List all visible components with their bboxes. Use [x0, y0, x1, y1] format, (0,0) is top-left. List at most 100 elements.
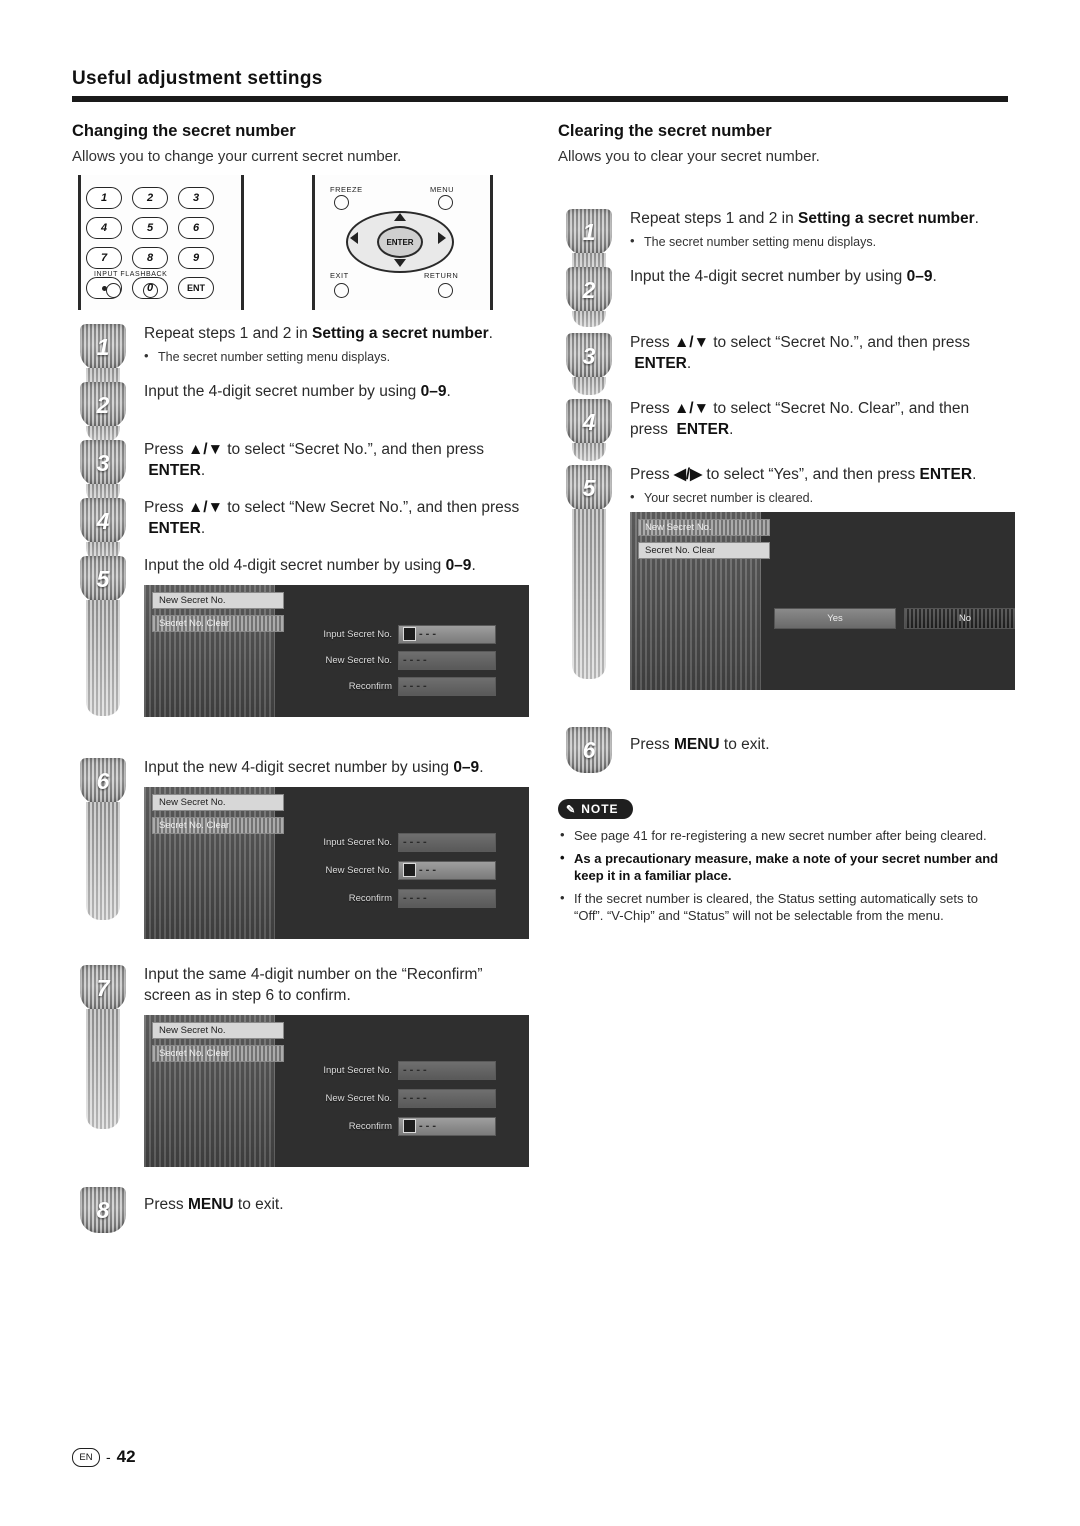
page-header: Useful adjustment settings	[72, 68, 1008, 102]
cursor-icon	[403, 1119, 416, 1134]
right-step-4: 4 Press ▲/▼ to select “Secret No. Clear”…	[558, 399, 1008, 461]
remote-freeze-label: FREEZE	[330, 185, 363, 194]
left-column: Changing the secret number Allows you to…	[72, 122, 529, 1245]
remote-keypad-caption: INPUT FLASHBACK	[94, 271, 168, 278]
remote-enter-button: ENTER	[377, 226, 423, 258]
step-number: 3	[582, 342, 596, 369]
step-badge-3: 3	[566, 333, 612, 395]
step-badge-4: 4	[80, 498, 126, 562]
remote-direction-ring: ENTER	[346, 211, 454, 273]
region-badge: EN	[72, 1447, 100, 1467]
osd-row-reconfirm: Reconfirm ----	[284, 888, 496, 908]
page-title: Useful adjustment settings	[72, 68, 323, 89]
step-text: Press ◀/▶ to select “Yes”, and then pres…	[630, 466, 977, 483]
step-number: 7	[96, 974, 110, 1001]
osd-input-field: ----	[398, 1088, 496, 1108]
step-text: Input the same 4-digit number on the “Re…	[144, 966, 483, 1004]
step-badge-6: 6	[566, 727, 612, 773]
osd-tab-new-secret-no: New Secret No.	[152, 793, 284, 811]
step-badge-7: 7	[80, 965, 126, 1129]
left-section-intro: Allows you to change your current secret…	[72, 148, 402, 165]
left-step-8: 8 Press MENU to exit.	[72, 1187, 522, 1233]
step-number: 2	[582, 276, 596, 303]
remote-navpad: FREEZE MENU ENTER EXIT RETURN	[320, 183, 480, 303]
header-rule	[72, 96, 1008, 102]
osd-row-label: New Secret No.	[325, 1092, 392, 1104]
remote-key-6: 6	[178, 217, 214, 239]
step-number: 3	[96, 449, 110, 476]
osd-row-label: Input Secret No.	[323, 836, 392, 848]
cursor-icon	[403, 863, 416, 878]
osd-row-new-secret-no: New Secret No. ---	[284, 860, 496, 880]
remote-input-button	[106, 283, 121, 298]
step-text: Press MENU to exit.	[630, 736, 770, 753]
cursor-icon	[403, 627, 416, 642]
osd-row-new-secret-no: New Secret No. ----	[284, 650, 496, 670]
left-step-1: 1 Repeat steps 1 and 2 in Setting a secr…	[72, 324, 522, 394]
right-step-5: 5 Press ◀/▶ to select “Yes”, and then pr…	[558, 465, 1015, 715]
step-badge-4: 4	[566, 399, 612, 461]
step-text: Repeat steps 1 and 2 in Setting a secret…	[144, 325, 493, 342]
osd-tab-secret-no-clear: Secret No. Clear	[152, 1044, 284, 1062]
right-step-2: 2 Input the 4-digit secret number by usi…	[558, 267, 1008, 327]
step-badge-1: 1	[566, 209, 612, 281]
osd-confirm-buttons: Yes No	[774, 608, 1015, 630]
remote-flashback-button	[143, 283, 158, 298]
right-section-intro: Allows you to clear your secret number.	[558, 148, 820, 165]
note-item: See page 41 for re-registering a new sec…	[558, 826, 1008, 845]
osd-side-pattern	[630, 512, 761, 691]
note-label: NOTE	[581, 802, 619, 816]
osd-tab-new-secret-no: New Secret No.	[638, 519, 770, 537]
step-badge-6: 6	[80, 758, 126, 920]
note-section: ✎ NOTE See page 41 for re-registering a …	[558, 785, 1008, 925]
left-step-4: 4 Press ▲/▼ to select “New Secret No.”, …	[72, 498, 522, 562]
remote-key-5: 5	[132, 217, 168, 239]
osd-screenshot-step5: New Secret No. Secret No. Clear Input Se…	[144, 584, 529, 717]
remote-key-ent: ENT	[178, 277, 214, 299]
right-step-1: 1 Repeat steps 1 and 2 in Setting a secr…	[558, 209, 1008, 281]
step-number: 1	[582, 218, 596, 245]
arrow-left-icon	[350, 232, 358, 244]
osd-yes-button[interactable]: Yes	[774, 608, 896, 630]
osd-row-label: Reconfirm	[348, 1120, 392, 1132]
left-step-6: 6 Input the new 4-digit secret number by…	[72, 758, 529, 953]
osd-row-input-secret-no: Input Secret No. ---	[284, 624, 496, 644]
remote-key-1: 1	[86, 187, 122, 209]
osd-row-label: Reconfirm	[348, 680, 392, 692]
osd-input-field: ----	[398, 650, 496, 670]
osd-tab-new-secret-no: New Secret No.	[152, 591, 284, 609]
arrow-up-icon	[394, 213, 406, 221]
step-bullet: The secret number setting menu displays.	[630, 233, 1008, 250]
right-column: Clearing the secret number Allows you to…	[558, 122, 1015, 930]
left-step-3: 3 Press ▲/▼ to select “Secret No.”, and …	[72, 440, 522, 504]
right-step-6: 6 Press MENU to exit.	[558, 727, 1008, 773]
remote-key-3: 3	[178, 187, 214, 209]
osd-input-field: ----	[398, 832, 496, 852]
note-item: As a precautionary measure, make a note …	[558, 849, 1008, 885]
osd-row-input-secret-no: Input Secret No. ----	[284, 832, 496, 852]
osd-input-field: ---	[398, 860, 496, 880]
step-text: Press MENU to exit.	[144, 1196, 284, 1213]
page-number: 42	[116, 1447, 136, 1466]
step-text: Input the new 4-digit secret number by u…	[144, 759, 484, 776]
osd-row-label: Input Secret No.	[323, 1064, 392, 1076]
remote-bottom-buttons	[106, 283, 158, 298]
osd-input-field: ----	[398, 888, 496, 908]
osd-row-reconfirm: Reconfirm ----	[284, 676, 496, 696]
step-badge-8: 8	[80, 1187, 126, 1233]
step-bullet: Your secret number is cleared.	[630, 489, 1008, 506]
osd-input-field: ----	[398, 1060, 496, 1080]
step-number: 1	[96, 333, 110, 360]
step-number: 8	[96, 1196, 110, 1223]
osd-no-button[interactable]: No	[904, 608, 1015, 630]
left-step-5: 5 Input the old 4-digit secret number by…	[72, 556, 529, 746]
note-list: See page 41 for re-registering a new sec…	[558, 826, 1008, 925]
step-text: Input the old 4-digit secret number by u…	[144, 557, 476, 574]
osd-screenshot-step7: New Secret No. Secret No. Clear Input Se…	[144, 1014, 529, 1167]
right-step-3: 3 Press ▲/▼ to select “Secret No.”, and …	[558, 333, 1008, 395]
pencil-icon: ✎	[566, 803, 577, 816]
osd-row-label: New Secret No.	[325, 864, 392, 876]
osd-row-label: Reconfirm	[348, 892, 392, 904]
osd-row-new-secret-no: New Secret No. ----	[284, 1088, 496, 1108]
step-text: Press ▲/▼ to select “Secret No. Clear”, …	[630, 400, 970, 438]
